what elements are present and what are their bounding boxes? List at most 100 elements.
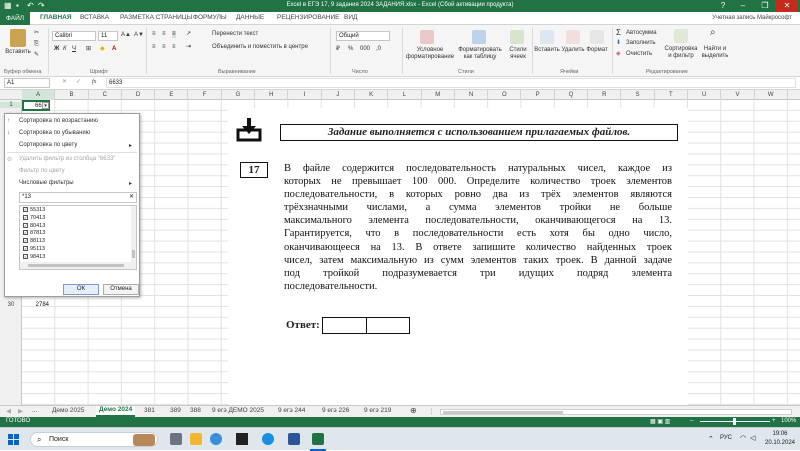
eraser-icon[interactable]: ◈ (616, 51, 621, 58)
column-header-p[interactable]: P (522, 90, 555, 100)
scroll-last-icon[interactable]: ▶ (18, 407, 23, 415)
sheet-tab[interactable]: 388 (190, 407, 201, 414)
insert-cells-icon[interactable] (540, 30, 554, 44)
help-icon[interactable]: ? (712, 0, 734, 12)
autosum-icon[interactable]: Σ (616, 29, 621, 37)
cut-icon[interactable]: ✂ (34, 30, 39, 37)
column-header-a[interactable]: A (22, 90, 56, 100)
filter-value-item[interactable]: ✓ 95113 (23, 246, 45, 252)
decimal-icon[interactable]: ,0 (376, 46, 381, 53)
align-bottom-icon[interactable]: ≡ (172, 31, 176, 38)
sheet-tab[interactable]: 9 егэ 244 (278, 407, 305, 414)
column-header-v[interactable]: V (721, 90, 755, 100)
excel-taskbar-icon[interactable] (312, 433, 324, 445)
filter-ok-button[interactable]: ОК (63, 284, 99, 295)
column-header-f[interactable]: F (189, 90, 222, 100)
checkbox-checked-icon[interactable]: ✓ (23, 238, 28, 244)
bold-icon[interactable]: Ж (54, 46, 59, 53)
indent-icon[interactable]: ⇥ (186, 44, 191, 51)
word-icon[interactable] (288, 433, 300, 445)
sort-ascending-item[interactable]: Сортировка по возрастанию (19, 118, 98, 124)
tab-data[interactable]: ДАННЫЕ (236, 14, 264, 21)
sheet-tab[interactable]: 389 (170, 407, 181, 414)
column-header-m[interactable]: M (422, 90, 455, 100)
wrap-text-button[interactable]: Перенести текст (212, 31, 258, 38)
column-header-w[interactable]: W (755, 90, 788, 100)
horizontal-scrollbar[interactable] (440, 409, 792, 415)
number-format-select[interactable]: Общий (336, 31, 390, 41)
filter-search-input[interactable]: *13 ✕ (19, 192, 137, 203)
currency-icon[interactable]: ₽ (336, 46, 340, 53)
checkbox-checked-icon[interactable]: ✓ (23, 230, 28, 236)
restore-button[interactable]: ❐ (754, 0, 776, 12)
column-header-e[interactable]: E (155, 90, 189, 100)
column-header-s[interactable]: S (621, 90, 655, 100)
find-select-button[interactable]: Найти и выделить (700, 46, 730, 60)
sheet-more-left[interactable]: ... (32, 407, 37, 414)
format-table-button[interactable]: Форматировать как таблицу (454, 47, 506, 61)
align-top-icon[interactable]: ≡ (152, 31, 156, 38)
font-color-icon[interactable]: A (112, 46, 116, 53)
scroll-first-icon[interactable]: ◀ (6, 407, 11, 415)
align-right-icon[interactable]: ≡ (172, 44, 176, 51)
cell-styles-button[interactable]: Стили ячеек (505, 47, 531, 61)
checkbox-checked-icon[interactable]: ✓ (23, 207, 28, 212)
borders-icon[interactable]: ⊞ (86, 46, 91, 53)
view-icons[interactable]: ▦ ▣ ▥ (650, 418, 670, 425)
filter-value-item[interactable]: ✓ 88113 (23, 238, 45, 244)
zoom-out-icon[interactable]: – (690, 418, 693, 424)
tab-home[interactable]: ГЛАВНАЯ (40, 14, 72, 21)
checkbox-checked-icon[interactable]: ✓ (23, 246, 28, 251)
filter-dropdown-icon[interactable]: ▾ (42, 102, 49, 109)
fill-button[interactable]: Заполнить (626, 40, 655, 47)
filter-value-item[interactable]: ✓ 80413 (23, 222, 45, 229)
zoom-in-icon[interactable]: + (772, 418, 776, 424)
tab-formulas[interactable]: ФОРМУЛЫ (193, 14, 227, 21)
paste-icon[interactable] (10, 29, 26, 47)
align-center-icon[interactable]: ≡ (162, 44, 166, 51)
cell-styles-icon[interactable] (510, 30, 524, 44)
row-header-1[interactable]: 1 (0, 102, 22, 108)
sort-by-color-item[interactable]: Сортировка по цвету (19, 142, 77, 148)
column-header-k[interactable]: K (355, 90, 389, 100)
delete-cells-button[interactable]: Удалить (560, 47, 586, 54)
sort-filter-button[interactable]: Сортировка и фильтр (662, 46, 700, 60)
fill-down-icon[interactable]: ⬇ (616, 40, 621, 47)
column-header-r[interactable]: R (588, 90, 622, 100)
checkbox-checked-icon[interactable]: ✓ (23, 222, 28, 228)
sheet-tab[interactable]: Демо 2024 (96, 406, 136, 417)
delete-cells-icon[interactable] (566, 30, 580, 44)
row-header[interactable]: 30 (0, 302, 22, 308)
cancel-formula-icon[interactable]: ✕ (62, 79, 67, 86)
format-table-icon[interactable] (472, 30, 486, 44)
filter-value-item[interactable]: ✓ 87813 (23, 230, 45, 236)
sheet-tab[interactable]: 381 (144, 407, 155, 414)
sheet-tab[interactable]: Демо 2025 (52, 407, 84, 414)
remove-filter-item[interactable]: Удалить фильтр из столбца "6633" (19, 156, 115, 162)
sort-descending-item[interactable]: Сортировка по убыванию (19, 130, 90, 136)
column-header-c[interactable]: C (89, 90, 122, 100)
tab-review[interactable]: РЕЦЕНЗИРОВАНИЕ (277, 14, 340, 21)
shrink-font-icon[interactable]: A▼ (134, 32, 144, 39)
autosum-button[interactable]: Автосумма (626, 30, 657, 37)
fill-color-icon[interactable]: ◆ (100, 46, 105, 53)
tab-file[interactable]: ФАЙЛ (0, 12, 31, 25)
grow-font-icon[interactable]: A▲ (121, 32, 131, 39)
close-button[interactable]: ✕ (776, 0, 798, 12)
font-size-select[interactable]: 11 (98, 31, 118, 41)
cell-a1[interactable]: 66 ▾ (22, 100, 50, 111)
column-header-t[interactable]: T (655, 90, 688, 100)
sheet-tab[interactable]: 9 егэ ДЕМО 2025 (212, 407, 264, 414)
confirm-formula-icon[interactable]: ✓ (76, 79, 81, 86)
checkbox-checked-icon[interactable]: ✓ (23, 214, 28, 220)
tab-page-layout[interactable]: РАЗМЕТКА СТРАНИЦЫ (120, 14, 192, 21)
percent-icon[interactable]: % (348, 46, 353, 53)
insert-cells-button[interactable]: Вставить (532, 47, 562, 54)
conditional-format-icon[interactable] (420, 30, 434, 44)
sheet-tab[interactable]: 9 егэ 226 (322, 407, 349, 414)
taskbar-search[interactable]: ⌕ Поиск (30, 432, 158, 447)
align-left-icon[interactable]: ≡ (152, 44, 156, 51)
name-box[interactable]: A1 (4, 78, 50, 88)
column-header-o[interactable]: O (488, 90, 522, 100)
filter-by-color-item[interactable]: Фильтр по цвету (19, 168, 65, 174)
